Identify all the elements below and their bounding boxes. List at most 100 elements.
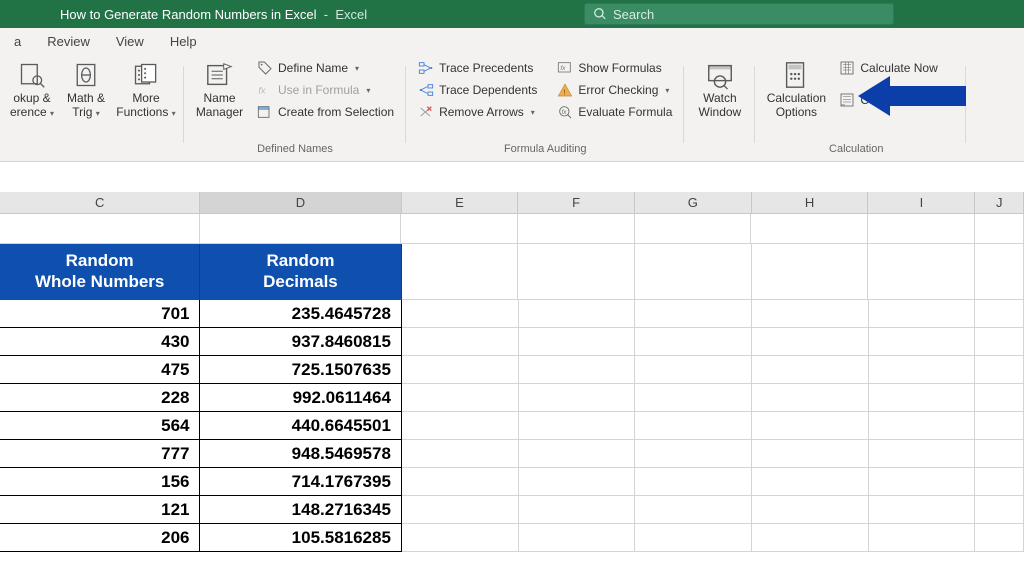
col-header[interactable]: I <box>868 192 975 213</box>
more-functions-button[interactable]: MoreFunctions ▾ <box>116 58 176 141</box>
cell[interactable] <box>868 214 975 244</box>
cell[interactable] <box>752 412 869 440</box>
name-manager-button[interactable]: Name Manager <box>192 58 247 141</box>
search-box[interactable]: Search <box>584 3 894 25</box>
cell[interactable]: 725.1507635 <box>200 356 401 384</box>
cell[interactable] <box>869 524 976 552</box>
cell[interactable] <box>635 214 752 244</box>
cell[interactable] <box>752 440 869 468</box>
cell[interactable] <box>635 384 752 412</box>
cell[interactable] <box>975 328 1024 356</box>
create-from-selection-button[interactable]: Create from Selection <box>253 102 398 122</box>
cell[interactable]: 440.6645501 <box>200 412 401 440</box>
cell[interactable]: 206 <box>0 524 200 552</box>
tab-partial[interactable]: a <box>4 31 31 52</box>
cell[interactable] <box>635 356 752 384</box>
cell[interactable] <box>869 496 976 524</box>
cell[interactable] <box>402 356 519 384</box>
lookup-reference-button[interactable]: okup &erence ▾ <box>8 58 56 141</box>
watch-window-button[interactable]: Watch Window <box>692 58 747 141</box>
cell[interactable] <box>752 328 869 356</box>
col-header[interactable]: C <box>0 192 200 213</box>
cell[interactable] <box>401 214 518 244</box>
cell[interactable] <box>402 384 519 412</box>
cell[interactable] <box>518 244 635 300</box>
col-header[interactable]: F <box>518 192 635 213</box>
cell[interactable] <box>752 244 869 300</box>
cell[interactable]: 777 <box>0 440 200 468</box>
cell[interactable]: 430 <box>0 328 200 356</box>
cell[interactable] <box>635 412 752 440</box>
cell[interactable]: 948.5469578 <box>200 440 401 468</box>
cell[interactable] <box>752 496 869 524</box>
cell[interactable] <box>402 496 519 524</box>
cell[interactable] <box>402 328 519 356</box>
cell[interactable]: 992.0611464 <box>200 384 401 412</box>
cell[interactable] <box>635 524 752 552</box>
cell[interactable] <box>975 412 1024 440</box>
cell[interactable] <box>975 214 1024 244</box>
cell[interactable] <box>975 524 1024 552</box>
col-header[interactable]: G <box>635 192 752 213</box>
cell[interactable]: 701 <box>0 300 200 328</box>
calculation-options-button[interactable]: Calculation Options <box>763 58 829 141</box>
cell[interactable] <box>975 496 1024 524</box>
cell[interactable]: 475 <box>0 356 200 384</box>
cell[interactable]: 148.2716345 <box>200 496 401 524</box>
remove-arrows-button[interactable]: Remove Arrows▾ <box>414 102 541 122</box>
cell[interactable] <box>635 468 752 496</box>
cell[interactable] <box>0 214 200 244</box>
show-formulas-button[interactable]: fx Show Formulas <box>553 58 676 78</box>
cell[interactable] <box>519 328 636 356</box>
cell[interactable]: 105.5816285 <box>200 524 401 552</box>
cell[interactable] <box>975 440 1024 468</box>
cell[interactable] <box>519 468 636 496</box>
cell[interactable] <box>519 300 636 328</box>
cell[interactable]: 228 <box>0 384 200 412</box>
cell[interactable] <box>868 244 975 300</box>
cell[interactable] <box>752 468 869 496</box>
cell[interactable]: 714.1767395 <box>200 468 401 496</box>
cell[interactable] <box>402 300 519 328</box>
cell[interactable] <box>635 440 752 468</box>
error-checking-button[interactable]: ! Error Checking▾ <box>553 80 676 100</box>
cell[interactable] <box>635 244 752 300</box>
cell[interactable]: 156 <box>0 468 200 496</box>
cell[interactable] <box>869 328 976 356</box>
cell[interactable] <box>975 468 1024 496</box>
cell[interactable] <box>402 440 519 468</box>
evaluate-formula-button[interactable]: fx Evaluate Formula <box>553 102 676 122</box>
define-name-button[interactable]: Define Name▾ <box>253 58 398 78</box>
cell[interactable] <box>869 384 976 412</box>
cell[interactable] <box>635 328 752 356</box>
table-header[interactable]: Random Decimals <box>200 244 401 300</box>
cell[interactable] <box>635 496 752 524</box>
cell[interactable] <box>402 468 519 496</box>
tab-review[interactable]: Review <box>37 31 100 52</box>
cell[interactable] <box>519 440 636 468</box>
use-in-formula-button[interactable]: fx Use in Formula▾ <box>253 80 398 100</box>
tab-view[interactable]: View <box>106 31 154 52</box>
cell[interactable] <box>519 524 636 552</box>
cell[interactable] <box>869 412 976 440</box>
tab-help[interactable]: Help <box>160 31 207 52</box>
table-header[interactable]: Random Whole Numbers <box>0 244 200 300</box>
cell[interactable] <box>752 384 869 412</box>
cell[interactable] <box>751 214 868 244</box>
cell[interactable]: 937.8460815 <box>200 328 401 356</box>
math-trig-button[interactable]: Math &Trig ▾ <box>62 58 110 141</box>
cell[interactable] <box>975 244 1024 300</box>
cell[interactable] <box>519 384 636 412</box>
cell[interactable]: 564 <box>0 412 200 440</box>
cell[interactable] <box>869 300 976 328</box>
col-header[interactable]: D <box>200 192 401 213</box>
col-header[interactable]: E <box>402 192 519 213</box>
cell[interactable] <box>752 300 869 328</box>
cell[interactable] <box>869 440 976 468</box>
cell[interactable] <box>519 496 636 524</box>
cell[interactable] <box>519 356 636 384</box>
cell[interactable]: 121 <box>0 496 200 524</box>
cell[interactable] <box>869 356 976 384</box>
cell[interactable] <box>200 214 401 244</box>
cell[interactable] <box>752 356 869 384</box>
